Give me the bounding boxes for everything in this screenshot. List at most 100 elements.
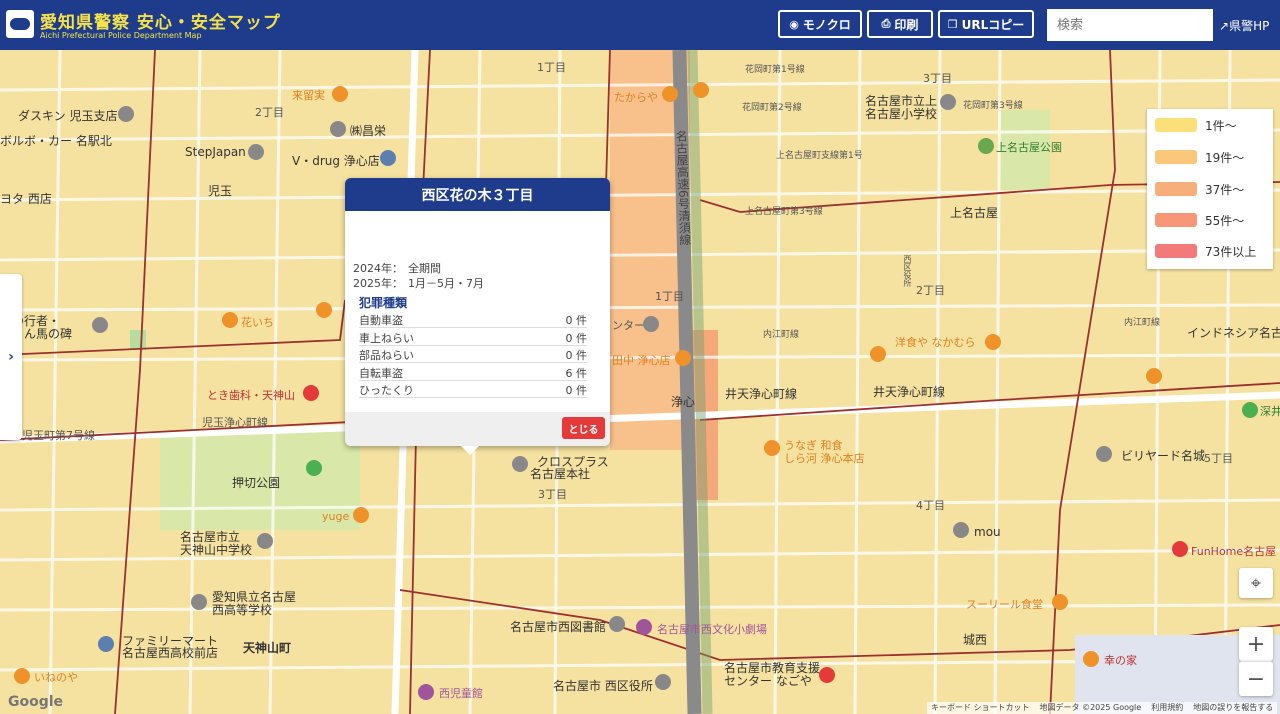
map-label: 西区役所 — [903, 255, 912, 287]
map-label: 上名古屋町支線第1号 — [776, 151, 863, 161]
report-error-link[interactable]: 地図の誤りを報告する — [1193, 702, 1273, 714]
my-location-button[interactable]: ⌖ — [1239, 568, 1273, 598]
place-icon[interactable] — [248, 144, 264, 160]
map-label: 上名古屋町第3号線 — [745, 207, 823, 217]
legend-swatch — [1155, 118, 1197, 132]
restaurant-icon[interactable] — [693, 82, 709, 98]
place-icon[interactable] — [118, 106, 134, 122]
sidebar-toggle[interactable]: › — [0, 274, 22, 440]
map-label: 5丁目 — [1204, 452, 1233, 465]
place-icon[interactable] — [819, 667, 835, 683]
restaurant-icon[interactable] — [870, 346, 886, 362]
crime-row: ひったくり 0 件 — [359, 380, 587, 398]
park-icon[interactable] — [978, 138, 994, 154]
legend-label: 19件〜 — [1205, 151, 1245, 165]
map-label: 西高等学校 — [212, 603, 273, 617]
chevron-right-icon: › — [8, 349, 14, 365]
map-label: 3丁目 — [923, 72, 952, 85]
government-icon[interactable] — [655, 674, 671, 690]
external-link-icon: ↗ — [1219, 19, 1230, 33]
legend-row — [1155, 118, 1197, 132]
map-attribution: キーボード ショートカット 地図データ ©2025 Google 利用規約 地図… — [927, 702, 1278, 714]
place-icon[interactable] — [953, 522, 969, 538]
shop-icon[interactable] — [98, 636, 114, 652]
medical-icon[interactable] — [303, 385, 319, 401]
map-label: 内江町線 — [763, 330, 800, 340]
place-icon[interactable] — [512, 456, 528, 472]
place-icon[interactable] — [643, 316, 659, 332]
map-canvas[interactable]: 1丁目 2丁目 来留実 ㈱昌栄 ダスキン 児玉支店 ボルボ・カー 名駅北 Ste… — [0, 50, 1280, 714]
place-icon[interactable] — [609, 616, 625, 632]
place-icon[interactable] — [1096, 446, 1112, 462]
google-logo[interactable]: Google — [8, 694, 63, 710]
restaurant-icon[interactable] — [1083, 651, 1099, 667]
search-input[interactable] — [1047, 9, 1213, 41]
school-icon[interactable] — [940, 94, 956, 110]
copy-icon: ❐ — [947, 17, 958, 31]
restaurant-icon[interactable] — [332, 86, 348, 102]
map-label: いねのや — [34, 671, 78, 684]
app-title: 愛知県警察 安心・安全マップ — [40, 13, 281, 33]
restaurant-icon[interactable] — [1146, 368, 1162, 384]
place-icon[interactable] — [1172, 541, 1188, 557]
shop-icon[interactable] — [675, 350, 691, 366]
map-label: 上名古屋 — [950, 206, 999, 220]
legend-label: 73件以上 — [1205, 245, 1257, 259]
copy-url-button[interactable]: ❐ URLコピー — [938, 10, 1034, 38]
zoom-out-button[interactable]: − — [1239, 661, 1273, 696]
school-icon[interactable] — [191, 594, 207, 610]
restaurant-icon[interactable] — [1052, 594, 1068, 610]
crime-row: 自転車盗 6 件 — [359, 363, 587, 381]
legend-label: 55件〜 — [1205, 214, 1245, 228]
terms-link[interactable]: 利用規約 — [1151, 702, 1183, 714]
park-icon[interactable] — [306, 460, 322, 476]
map-label: 押切公園 — [232, 476, 281, 490]
shop-icon[interactable] — [380, 150, 396, 166]
map-label: FunHome名古屋 — [1191, 545, 1277, 558]
popup-pointer — [461, 446, 479, 455]
place-icon[interactable] — [1242, 402, 1258, 418]
print-label: 印刷 — [894, 17, 919, 32]
map-label: 上名古屋公園 — [996, 141, 1062, 154]
map-label: 4丁目 — [916, 499, 945, 512]
restaurant-icon[interactable] — [764, 440, 780, 456]
app-header: 愛知県警察 安心・安全マップ Aichi Prefectural Police … — [0, 0, 1280, 50]
print-button[interactable]: ⎙ 印刷 — [867, 10, 933, 38]
crime-row: 部品ねらい 0 件 — [359, 345, 587, 363]
monochrome-button[interactable]: ◉ モノクロ — [778, 10, 862, 38]
police-hp-link[interactable]: ↗県警HP — [1219, 17, 1269, 34]
map-label: ボルボ・カー 名駅北 — [0, 134, 112, 148]
map-label: 名古屋市西文化小劇場 — [657, 623, 767, 636]
school-icon[interactable] — [257, 533, 273, 549]
restaurant-icon[interactable] — [662, 86, 678, 102]
map-label: 井天浄心町線 — [725, 387, 798, 401]
crosshair-icon: ⌖ — [1250, 572, 1262, 594]
close-button[interactable]: とじる — [562, 417, 605, 439]
period-row: 2025年： 1月－5月・7月 — [353, 277, 484, 290]
legend-label: 1件〜 — [1205, 119, 1237, 133]
restaurant-icon[interactable] — [316, 302, 332, 318]
legend-swatch — [1155, 213, 1197, 227]
legend-swatch — [1155, 150, 1197, 164]
crime-row: 車上ねらい 0 件 — [359, 328, 587, 346]
map-label: ビリヤード名城 — [1121, 449, 1206, 463]
legend-row — [1155, 150, 1197, 164]
crime-type-heading: 犯罪種類 — [359, 296, 408, 310]
police-logo — [6, 10, 34, 38]
place-icon[interactable] — [92, 317, 108, 333]
restaurant-icon[interactable] — [985, 334, 1001, 350]
place-icon[interactable] — [330, 121, 346, 137]
popup-footer: とじる — [345, 412, 610, 446]
theater-icon[interactable] — [636, 619, 652, 635]
app-subtitle: Aichi Prefectural Police Department Map — [40, 31, 202, 40]
keyboard-shortcuts-link[interactable]: キーボード ショートカット — [931, 702, 1030, 714]
place-icon[interactable] — [418, 684, 434, 700]
restaurant-icon[interactable] — [353, 507, 369, 523]
map-label: 名古屋本社 — [530, 467, 591, 481]
period-row: 2024年： 全期間 — [353, 262, 441, 275]
zoom-in-button[interactable]: + — [1239, 627, 1273, 661]
crime-legend: 1件〜 19件〜 37件〜 55件〜 73件以上 — [1147, 109, 1273, 269]
restaurant-icon[interactable] — [222, 312, 238, 328]
map-label: 花いち — [241, 316, 274, 329]
restaurant-icon[interactable] — [14, 668, 30, 684]
